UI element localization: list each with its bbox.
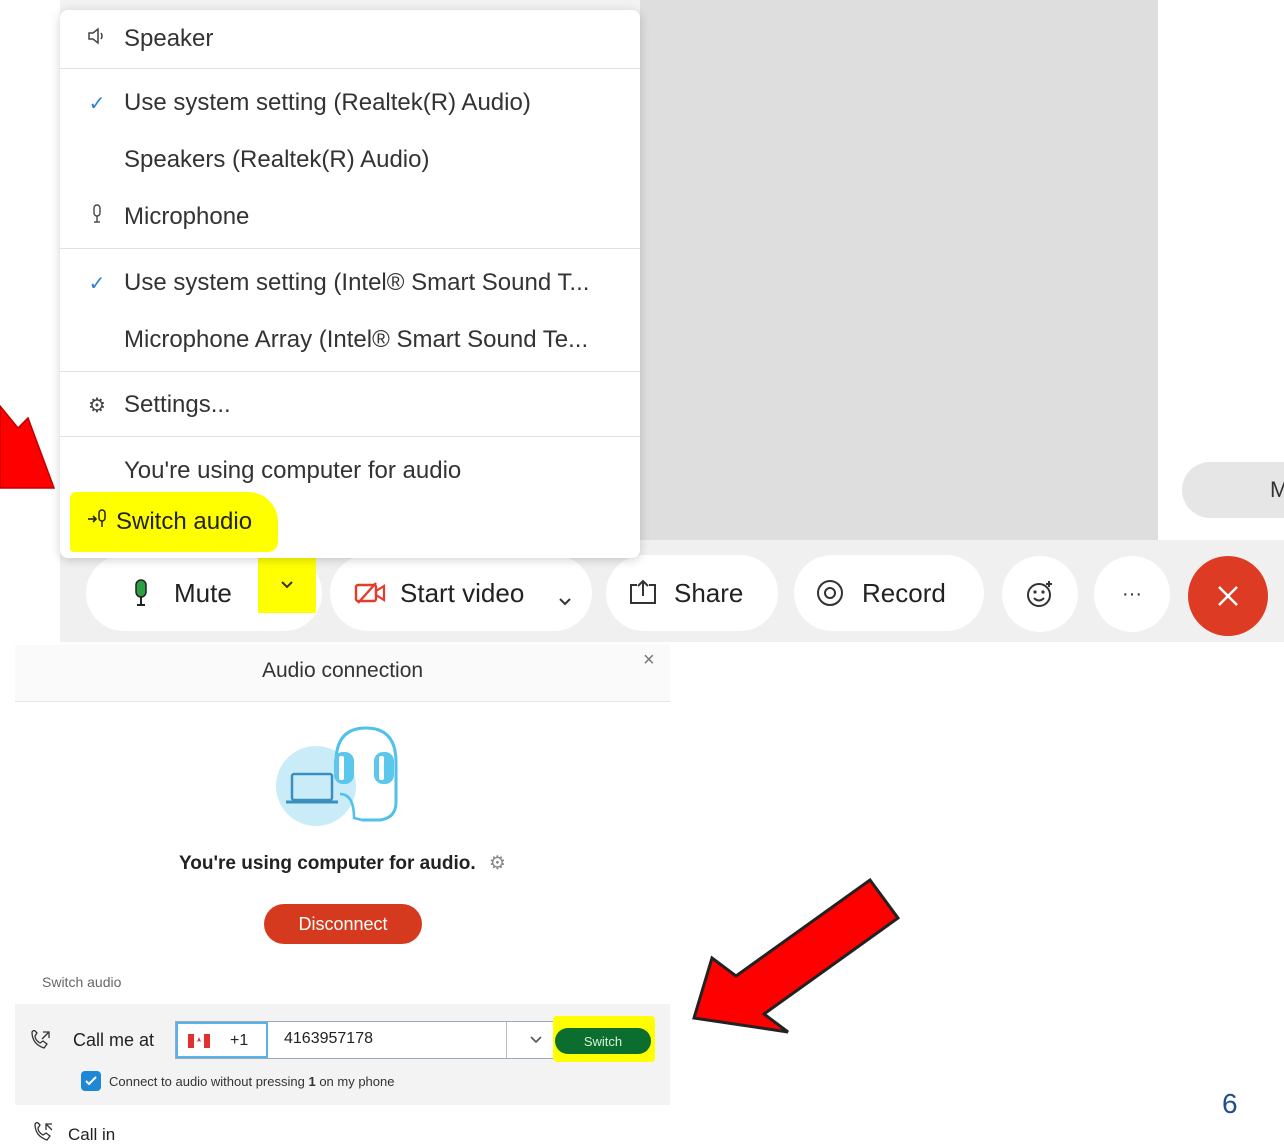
menu-item-switch-audio[interactable]: Switch audio [70, 492, 278, 552]
audio-status-text: You're using computer for audio [124, 457, 462, 484]
call-in-option[interactable]: Call in [32, 1121, 116, 1147]
microphone-icon [84, 204, 110, 230]
country-code: +1 [230, 1032, 249, 1049]
audio-options-dropdown[interactable] [258, 557, 316, 613]
chevron-down-icon [281, 581, 293, 589]
record-label: Record [862, 577, 946, 608]
video-options-dropdown[interactable] [558, 583, 572, 614]
side-panel-button[interactable]: M [1182, 462, 1284, 518]
phone-incoming-icon [32, 1121, 54, 1147]
disconnect-button[interactable]: Disconnect [264, 904, 422, 944]
connect-without-pressing-checkbox[interactable] [81, 1071, 101, 1091]
menu-item-speaker-system[interactable]: ✓ Use system setting (Realtek(R) Audio) [60, 88, 640, 118]
close-icon [1218, 586, 1238, 606]
switch-button[interactable]: Switch [555, 1028, 651, 1054]
divider [60, 371, 640, 372]
dialog-close-button[interactable]: × [643, 649, 655, 672]
microphone-icon [134, 579, 148, 607]
switch-audio-icon [86, 508, 108, 537]
gear-icon: ⚙ [88, 394, 106, 417]
canada-flag-icon [188, 1034, 210, 1048]
call-me-label: Call me at [73, 1030, 155, 1050]
divider [60, 68, 640, 69]
headphones-laptop-illustration [276, 726, 398, 826]
slide-number: 6 [1222, 1088, 1238, 1119]
menu-item-mic-system[interactable]: ✓ Use system setting (Intel® Smart Sound… [60, 268, 640, 298]
record-icon [816, 579, 844, 614]
phone-number-field[interactable]: +1 4163957178 [175, 1021, 565, 1059]
video-area [640, 0, 1158, 540]
switch-audio-section-label: Switch audio [42, 974, 122, 990]
speaker-section-header: Speaker [60, 24, 640, 54]
menu-item-mic-array[interactable]: Microphone Array (Intel® Smart Sound Te.… [60, 325, 640, 355]
menu-item-speakers-realtek[interactable]: Speakers (Realtek(R) Audio) [60, 145, 640, 175]
side-panel-button-label: M [1270, 477, 1284, 502]
share-label: Share [674, 577, 744, 608]
country-selector[interactable]: +1 [176, 1022, 268, 1058]
video-off-icon [354, 581, 386, 612]
chevron-down-icon [559, 598, 571, 606]
mute-label: Mute [174, 577, 232, 608]
divider [60, 436, 640, 437]
menu-item-settings[interactable]: ⚙ Settings... [60, 390, 640, 420]
start-video-label: Start video [400, 577, 525, 608]
dialog-title: Audio connection [261, 659, 424, 682]
chevron-down-icon [530, 1036, 542, 1044]
phone-callback-icon [29, 1029, 51, 1055]
phone-number-input[interactable]: 4163957178 [284, 1030, 373, 1048]
microphone-section-header: Microphone [60, 202, 640, 232]
checkmark-icon [85, 1076, 97, 1086]
divider [60, 248, 640, 249]
more-icon: ··· [1122, 582, 1142, 605]
call-in-label: Call in [68, 1124, 116, 1144]
reactions-button[interactable] [1002, 556, 1078, 632]
record-button[interactable]: Record [794, 555, 984, 631]
share-button[interactable]: Share [606, 555, 778, 631]
audio-status-text: You're using computer for audio. [179, 853, 476, 874]
red-arrow-annotation [692, 878, 901, 1034]
side-panel [1158, 0, 1284, 540]
leave-meeting-button[interactable] [1188, 556, 1268, 636]
audio-connection-dialog-header: Audio connection × [15, 645, 670, 702]
checkbox-label: Connect to audio without pressing 1 on m… [109, 1074, 395, 1089]
speaker-icon [84, 27, 110, 51]
red-arrow-annotation [0, 404, 56, 489]
more-options-button[interactable]: ··· [1094, 556, 1170, 632]
start-video-button[interactable]: Start video [330, 555, 592, 631]
mute-button[interactable]: Mute [86, 555, 322, 631]
audio-status-line: You're using computer for audio. ⚙ [15, 852, 670, 875]
gear-icon[interactable]: ⚙ [489, 853, 506, 874]
checkmark-icon: ✓ [88, 272, 106, 295]
audio-options-menu: Speaker ✓ Use system setting (Realtek(R)… [60, 10, 640, 558]
emoji-icon [1027, 581, 1052, 607]
checkmark-icon: ✓ [88, 92, 106, 115]
share-icon [628, 579, 658, 612]
call-me-option: Call me at +1 4163957178 Switch Connect … [15, 1004, 670, 1105]
